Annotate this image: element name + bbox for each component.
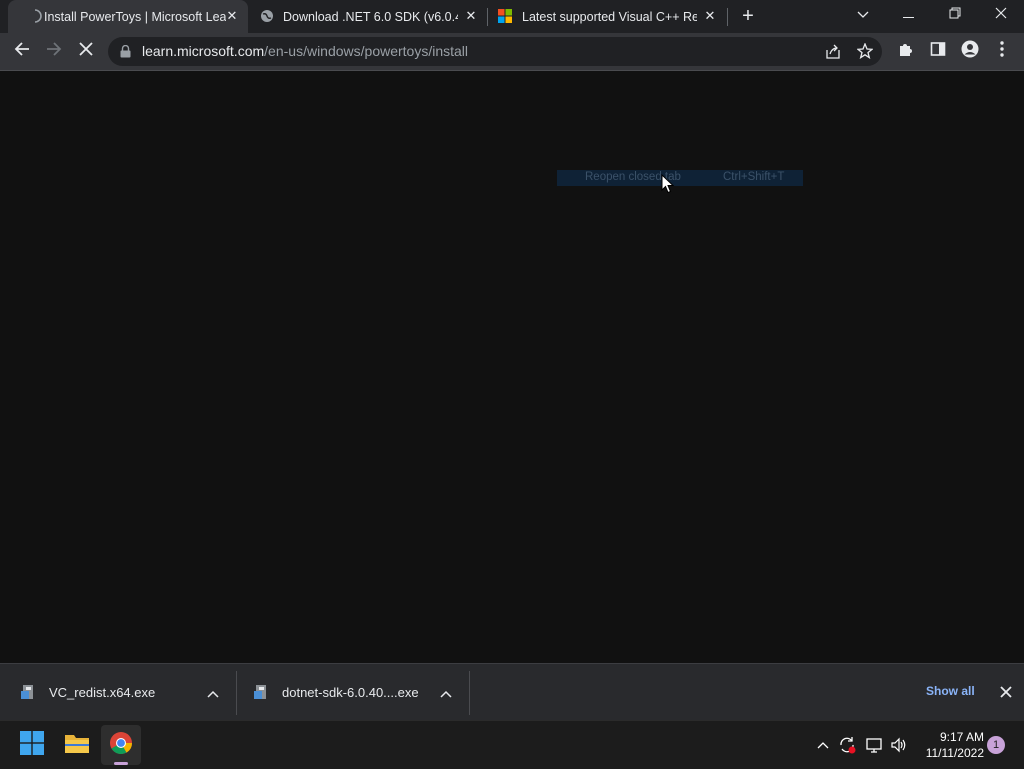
restore-button[interactable] [932,0,978,30]
stop-icon [79,42,93,61]
page-content: Reopen closed tab Ctrl+Shift+T [0,71,1024,663]
close-window-button[interactable] [978,0,1024,30]
browser-toolbar: learn.microsoft.com/en-us/windows/powert… [0,33,1024,71]
reopen-closed-tab-menu-item[interactable]: Reopen closed tab Ctrl+Shift+T [557,170,803,186]
side-panel-button[interactable] [924,33,952,70]
windows-logo-icon [20,730,44,760]
show-hidden-icons-icon[interactable] [813,735,833,755]
notification-badge[interactable]: 1 [987,736,1005,754]
microsoft-logo-icon [498,9,512,23]
loading-spinner-icon [28,9,42,23]
tab-search-button[interactable] [840,0,886,30]
address-bar[interactable]: learn.microsoft.com/en-us/windows/powert… [108,37,882,66]
tab-powertoys-install[interactable]: Install PowerToys | Microsoft Lear ✕ [8,0,248,33]
share-icon[interactable] [825,44,841,60]
close-downloads-bar-icon[interactable] [998,684,1014,700]
side-panel-icon [930,41,946,62]
arrow-left-icon [14,41,30,62]
minimize-icon [903,6,915,24]
more-vertical-icon [1000,41,1004,62]
url-text: learn.microsoft.com/en-us/windows/powert… [142,37,468,66]
forward-button[interactable] [40,33,68,70]
tab-title: Latest supported Visual C++ Red [522,9,697,24]
stop-loading-button[interactable] [72,33,100,70]
tab-close-icon[interactable]: ✕ [702,8,718,24]
download-item[interactable]: dotnet-sdk-6.0.40....exe [251,664,467,720]
download-filename: dotnet-sdk-6.0.40....exe [282,684,419,700]
tab-divider [487,8,488,26]
sync-icon[interactable] [837,735,857,755]
clock-time: 9:17 AM [939,730,984,744]
tab-close-icon[interactable]: ✕ [224,8,240,24]
windows-taskbar: 9:17 AM 11/11/2022 1 [0,720,1024,769]
chrome-taskbar-button[interactable] [101,725,141,765]
installer-file-icon [253,684,269,700]
downloads-bar: VC_redist.x64.exe dotnet-sdk-6.0.40....e… [0,663,1024,720]
minimize-button[interactable] [886,0,932,30]
new-tab-button[interactable]: + [738,6,758,26]
chevron-up-icon[interactable] [440,686,452,698]
active-app-indicator [114,762,128,765]
network-icon[interactable] [864,735,884,755]
globe-icon [260,9,274,23]
chevron-up-icon[interactable] [207,686,219,698]
tab-title: Install PowerToys | Microsoft Lear [44,9,226,24]
url-host: learn.microsoft.com [142,43,265,59]
installer-file-icon [20,684,36,700]
puzzle-icon [898,41,914,62]
volume-icon[interactable] [889,735,909,755]
tab-close-icon[interactable]: ✕ [463,8,479,24]
start-button[interactable] [12,725,52,765]
download-divider [236,671,237,715]
extensions-button[interactable] [892,33,920,70]
tab-strip: Install PowerToys | Microsoft Lear ✕ Dow… [0,0,1024,33]
tab-divider [727,8,728,26]
chrome-menu-button[interactable] [988,33,1016,70]
lock-icon [120,44,132,59]
url-path: /en-us/windows/powertoys/install [264,43,469,59]
download-divider [469,671,470,715]
folder-icon [64,732,90,759]
download-filename: VC_redist.x64.exe [49,684,156,700]
tab-visual-cpp[interactable]: Latest supported Visual C++ Red ✕ [489,0,725,33]
mouse-pointer-icon [661,173,675,194]
file-explorer-button[interactable] [57,725,97,765]
tab-title: Download .NET 6.0 SDK (v6.0.403 [283,9,458,24]
system-clock[interactable]: 9:17 AM 11/11/2022 [914,729,984,761]
restore-icon [949,6,961,24]
chevron-down-icon [857,6,869,24]
show-all-downloads-link[interactable]: Show all [926,684,975,698]
tab-dotnet-sdk[interactable]: Download .NET 6.0 SDK (v6.0.403 ✕ [250,0,486,33]
profile-button[interactable] [956,33,984,70]
back-button[interactable] [8,33,36,70]
menu-item-shortcut: Ctrl+Shift+T [723,171,785,183]
download-item[interactable]: VC_redist.x64.exe [18,664,234,720]
profile-avatar-icon [961,40,979,63]
clock-date: 11/11/2022 [925,746,984,760]
arrow-right-icon [46,41,62,62]
close-icon [995,6,1007,24]
chrome-icon [109,731,133,760]
bookmark-star-icon[interactable] [856,42,874,60]
